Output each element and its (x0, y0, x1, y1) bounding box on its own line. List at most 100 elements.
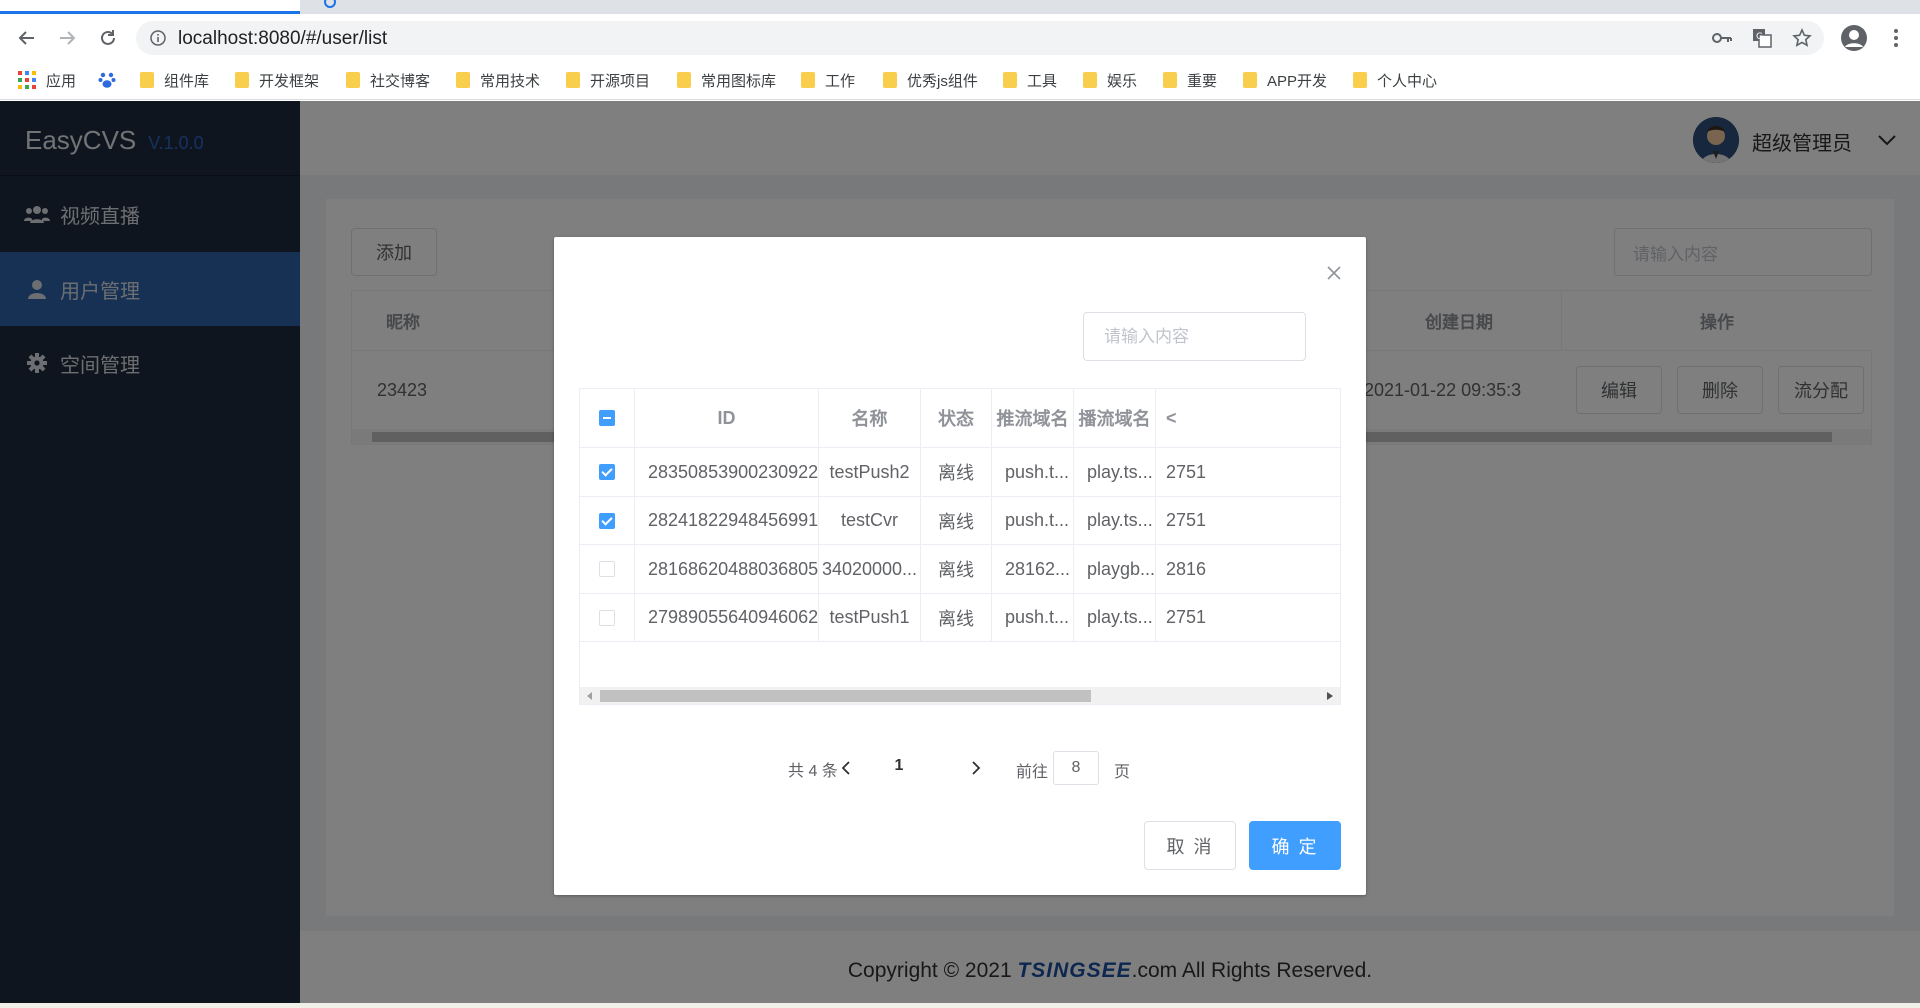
back-button[interactable] (14, 25, 40, 51)
cell-name: 34020000... (819, 545, 921, 593)
folder-icon (1163, 72, 1177, 88)
column-header-status: 状态 (921, 389, 992, 447)
bookmark-star-icon[interactable] (1790, 26, 1814, 50)
forward-button[interactable] (54, 25, 80, 51)
row-checkbox[interactable] (599, 464, 615, 480)
cell-truncated: 2751 (1166, 607, 1207, 627)
folder-icon (346, 72, 360, 88)
table-header-row: ID 名称 状态 推流域名 播流域名 < (580, 389, 1340, 448)
cell-play-domain: play.ts... (1074, 593, 1156, 642)
scroll-left-icon[interactable] (582, 687, 598, 704)
page-bottom-edge (0, 1003, 1920, 1008)
folder-icon (140, 72, 154, 88)
cell-id: 28241822948456991... (635, 496, 819, 545)
folder-icon (1243, 72, 1257, 88)
stream-table: ID 名称 状态 推流域名 播流域名 < 28350853900230922..… (579, 388, 1341, 705)
cell-id: 27989055640946062... (635, 593, 819, 642)
pagination-total: 共 4 条 (788, 763, 838, 780)
address-bar[interactable]: localhost:8080/#/user/list (136, 21, 1824, 55)
dialog-search-input[interactable] (1083, 312, 1306, 361)
browser-toolbar: localhost:8080/#/user/list G (0, 14, 1920, 60)
cell-name: testPush1 (819, 593, 921, 642)
cell-push-domain: push.t... (992, 593, 1074, 642)
bookmark-folder[interactable]: APP开发 (1243, 69, 1327, 91)
bookmark-folder[interactable]: 工作 (801, 69, 855, 91)
bookmark-folder[interactable]: 组件库 (140, 69, 209, 91)
table-row[interactable]: 28241822948456991... testCvr 离线 push.t... pl… (580, 496, 1340, 545)
browser-tab-inactive[interactable] (310, 0, 610, 14)
cell-truncated: 2816 (1166, 558, 1207, 579)
bookmark-folder[interactable]: 娱乐 (1083, 69, 1137, 91)
folder-icon (1083, 72, 1097, 88)
column-header-name: 名称 (819, 389, 921, 447)
row-checkbox-cell[interactable] (580, 496, 635, 545)
table-horizontal-scrollbar[interactable] (580, 687, 1340, 704)
bookmark-folder[interactable]: 开源项目 (566, 69, 650, 91)
folder-icon (456, 72, 470, 88)
bookmark-folder[interactable]: 社交博客 (346, 69, 430, 91)
page-number-current[interactable]: 1 (884, 757, 914, 775)
reload-button[interactable] (95, 25, 121, 51)
folder-icon (235, 72, 249, 88)
translate-icon[interactable]: G (1750, 26, 1774, 50)
bookmark-baidu[interactable] (98, 69, 116, 91)
cell-name: testCvr (819, 496, 921, 545)
goto-page-input[interactable] (1053, 751, 1099, 785)
chevron-right-icon (972, 761, 981, 775)
cell-play-domain: playgb... (1074, 545, 1156, 593)
folder-icon (677, 72, 691, 88)
bookmark-folder[interactable]: 重要 (1163, 69, 1217, 91)
pagination: 共 4 条 1 前往 页 (554, 751, 1366, 785)
close-icon[interactable] (1324, 263, 1344, 283)
svg-text:G: G (1756, 32, 1763, 42)
reload-icon (101, 30, 115, 45)
info-icon (150, 30, 166, 46)
cell-play-domain: play.ts... (1074, 496, 1156, 545)
more-menu-icon[interactable] (1884, 26, 1908, 50)
browser-tab-active[interactable] (0, 0, 300, 14)
scroll-right-icon[interactable] (1322, 687, 1338, 704)
cell-play-domain: play.ts... (1074, 448, 1156, 496)
cell-id: 28168620488036805... (635, 545, 819, 593)
row-checkbox-cell[interactable] (580, 545, 635, 593)
next-page-button[interactable] (966, 757, 986, 779)
bookmark-folder[interactable]: 常用图标库 (677, 69, 776, 91)
cell-id: 28350853900230922... (635, 448, 819, 496)
folder-icon (883, 72, 897, 88)
select-all-checkbox[interactable] (599, 410, 615, 426)
bookmark-folder[interactable]: 常用技术 (456, 69, 540, 91)
bookmarks-bar: 应用 组件库 开发框架 社交博客 常用技术 开源项目 常用图标库 工作 优秀js… (0, 60, 1920, 100)
confirm-button[interactable]: 确 定 (1249, 821, 1341, 870)
row-checkbox-cell[interactable] (580, 448, 635, 496)
column-header-push-domain: 推流域名 (992, 389, 1074, 447)
globe-icon (324, 0, 336, 8)
address-url: localhost:8080/#/user/list (178, 28, 388, 49)
key-icon[interactable] (1710, 26, 1734, 50)
paw-icon (98, 72, 116, 88)
cancel-button[interactable]: 取 消 (1144, 821, 1236, 870)
bookmark-apps[interactable]: 应用 (18, 69, 76, 91)
folder-icon (1353, 72, 1367, 88)
chevron-left-icon (841, 761, 850, 775)
cell-status: 离线 (921, 593, 992, 642)
scroll-thumb[interactable] (600, 690, 1091, 702)
bookmark-folder[interactable]: 个人中心 (1353, 69, 1437, 91)
row-checkbox[interactable] (599, 512, 615, 529)
bookmark-folder[interactable]: 工具 (1003, 69, 1057, 91)
prev-page-button[interactable] (836, 757, 856, 779)
select-all-checkbox-cell[interactable] (580, 389, 635, 447)
table-row[interactable]: 28168620488036805... 34020000... 离线 28162..… (580, 545, 1340, 594)
row-checkbox[interactable] (599, 561, 615, 577)
row-checkbox[interactable] (599, 609, 615, 626)
folder-icon (801, 72, 815, 88)
cell-truncated: 2751 (1166, 461, 1207, 482)
bookmark-folder[interactable]: 优秀js组件 (883, 69, 978, 91)
profile-icon[interactable] (1840, 24, 1868, 52)
row-checkbox-cell[interactable] (580, 593, 635, 642)
table-row[interactable]: 27989055640946062... testPush1 离线 push.t...… (580, 593, 1340, 642)
cell-name: testPush2 (819, 448, 921, 496)
table-row[interactable]: 28350853900230922... testPush2 离线 push.t...… (580, 448, 1340, 497)
cell-status: 离线 (921, 496, 992, 545)
bookmark-folder[interactable]: 开发框架 (235, 69, 319, 91)
folder-icon (566, 72, 580, 88)
